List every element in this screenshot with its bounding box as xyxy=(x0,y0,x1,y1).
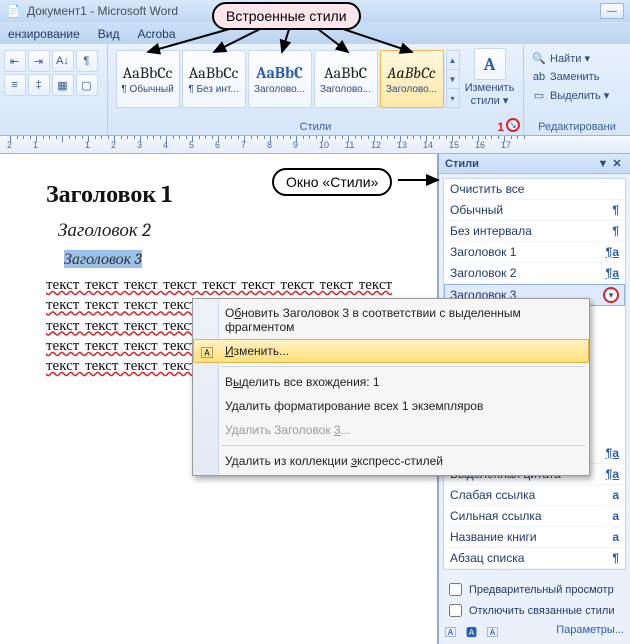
styles-params-link[interactable]: Параметры... xyxy=(556,624,624,640)
change-styles-button[interactable]: A Изменить стили ▾ xyxy=(464,46,516,116)
style-list-item[interactable]: Слабая ссылкаa xyxy=(444,485,625,506)
style-list-item[interactable]: Обычный¶ xyxy=(444,200,625,221)
ruler[interactable]: 211234567891011121314151617 xyxy=(0,136,630,154)
shading-button[interactable]: ▦ xyxy=(52,74,74,96)
ctx-clear-formatting[interactable]: Удалить форматирование всех 1 экземпляро… xyxy=(193,394,589,418)
ctx-modify[interactable]: 🄰 Изменить... xyxy=(193,339,589,363)
ctx-item-label: Удалить Заголовок 3... xyxy=(225,423,351,437)
style-list-item[interactable]: Абзац списка¶ xyxy=(444,548,625,569)
style-item-dropdown-icon[interactable]: ▾ xyxy=(603,287,619,303)
new-style-icon[interactable]: 🄰 xyxy=(445,624,456,640)
styles-gallery[interactable]: AaBbCc ¶ Обычный AaBbCc ¶ Без инт... AaB… xyxy=(116,46,460,108)
style-inspector-icon[interactable]: 🅰 xyxy=(466,624,477,640)
styles-pane-title: Стили xyxy=(445,158,479,170)
style-list-item[interactable]: Название книгиa xyxy=(444,527,625,548)
callout-builtin-styles: Встроенные стили xyxy=(212,2,361,30)
style-card-heading2[interactable]: AaBbC Заголово... xyxy=(314,50,378,108)
window-icon: 📄 xyxy=(6,4,21,18)
ribbon: ⇤ ⇥ A↓ ¶ ≡ ‡ ▦ ▢ AaBbCc ¶ Обычный AaBbCc… xyxy=(0,44,630,136)
change-styles-icon: A xyxy=(474,48,506,80)
group-editing: 🔍Найти ▾ abЗаменить ▭Выделить ▾ Редактир… xyxy=(524,44,630,135)
manage-styles-icon[interactable]: 🄰 xyxy=(487,624,498,640)
indent-decrease-button[interactable]: ⇤ xyxy=(4,50,26,72)
style-card-normal[interactable]: AaBbCc ¶ Обычный xyxy=(116,50,180,108)
style-list-item[interactable]: Сильная ссылкаa xyxy=(444,506,625,527)
modify-icon: 🄰 xyxy=(199,344,215,360)
ctx-item-label: Удалить из коллекции экспресс-стилей xyxy=(225,454,443,468)
selected-text[interactable]: Заголовок 3 xyxy=(64,250,142,268)
styles-pane-close-icon[interactable]: ✕ xyxy=(610,157,624,170)
callout-styles-window: Окно «Стили» xyxy=(272,168,392,196)
tab-review[interactable]: ензирование xyxy=(6,24,82,44)
heading-2: Заголовок 2 xyxy=(58,219,429,242)
disable-linked-checkbox[interactable]: Отключить связанные стили xyxy=(445,601,624,620)
style-list-item[interactable]: Заголовок 1¶a xyxy=(444,242,625,263)
styles-pane-footer: Предварительный просмотр Отключить связа… xyxy=(439,574,630,644)
find-icon: 🔍 xyxy=(532,52,546,65)
find-button[interactable]: 🔍Найти ▾ xyxy=(528,50,626,67)
ctx-update-to-match[interactable]: Обновить Заголовок 3 в соответствии с вы… xyxy=(193,301,589,339)
style-list-item[interactable]: Без интервала¶ xyxy=(444,221,625,242)
ctx-delete-style: Удалить Заголовок 3... xyxy=(193,418,589,442)
group-paragraph: ⇤ ⇥ A↓ ¶ ≡ ‡ ▦ ▢ xyxy=(0,44,108,135)
styles-pane-header[interactable]: Стили ▼ ✕ xyxy=(439,154,630,174)
ctx-remove-from-quick[interactable]: Удалить из коллекции экспресс-стилей xyxy=(193,449,589,473)
tab-view[interactable]: Вид xyxy=(96,24,122,44)
gallery-more-icon[interactable]: ▾ xyxy=(447,89,459,107)
indent-increase-button[interactable]: ⇥ xyxy=(28,50,50,72)
tab-acrobat[interactable]: Acroba xyxy=(136,24,178,44)
style-context-menu: Обновить Заголовок 3 в соответствии с вы… xyxy=(192,298,590,476)
style-list-item[interactable]: Очистить все xyxy=(444,179,625,200)
replace-icon: ab xyxy=(532,71,546,83)
group-styles-label: Стили xyxy=(108,121,523,133)
ctx-select-all[interactable]: Выделить все вхождения: 1 xyxy=(193,370,589,394)
select-button[interactable]: ▭Выделить ▾ xyxy=(528,87,626,104)
style-list-item[interactable]: Заголовок 2¶a xyxy=(444,263,625,284)
heading-3: Заголовок 3 xyxy=(64,250,429,269)
styles-pane-dropdown-icon[interactable]: ▼ xyxy=(596,158,610,170)
ctx-item-label: Выделить все вхождения: 1 xyxy=(225,375,380,389)
ctx-item-label: Обновить Заголовок 3 в соответствии с вы… xyxy=(225,306,521,334)
styles-dialog-launcher[interactable]: ↘ xyxy=(506,118,520,132)
ctx-item-label: Удалить форматирование всех 1 экземпляро… xyxy=(225,399,483,413)
align-justify-button[interactable]: ≡ xyxy=(4,74,26,96)
style-card-heading3[interactable]: AaBbCc Заголово... xyxy=(380,50,444,108)
gallery-down-icon[interactable]: ▼ xyxy=(447,70,459,89)
show-marks-button[interactable]: ¶ xyxy=(76,50,98,72)
annotation-number-1: 1 xyxy=(497,120,504,134)
ctx-item-label: Изменить... xyxy=(225,344,289,358)
sort-button[interactable]: A↓ xyxy=(52,50,74,72)
group-editing-label: Редактировани xyxy=(524,121,630,133)
gallery-up-icon[interactable]: ▲ xyxy=(447,51,459,70)
group-styles: AaBbCc ¶ Обычный AaBbCc ¶ Без инт... AaB… xyxy=(108,44,524,135)
replace-button[interactable]: abЗаменить xyxy=(528,69,626,85)
style-card-nospacing[interactable]: AaBbCc ¶ Без инт... xyxy=(182,50,246,108)
doc-title: Документ1 - Microsoft Word xyxy=(27,4,178,18)
preview-checkbox[interactable]: Предварительный просмотр xyxy=(445,580,624,599)
minimize-button[interactable]: — xyxy=(600,3,624,19)
select-icon: ▭ xyxy=(532,89,546,102)
borders-button[interactable]: ▢ xyxy=(76,74,98,96)
style-card-heading1[interactable]: AaBbC Заголово... xyxy=(248,50,312,108)
line-spacing-button[interactable]: ‡ xyxy=(28,74,50,96)
gallery-scroll[interactable]: ▲ ▼ ▾ xyxy=(446,50,460,108)
